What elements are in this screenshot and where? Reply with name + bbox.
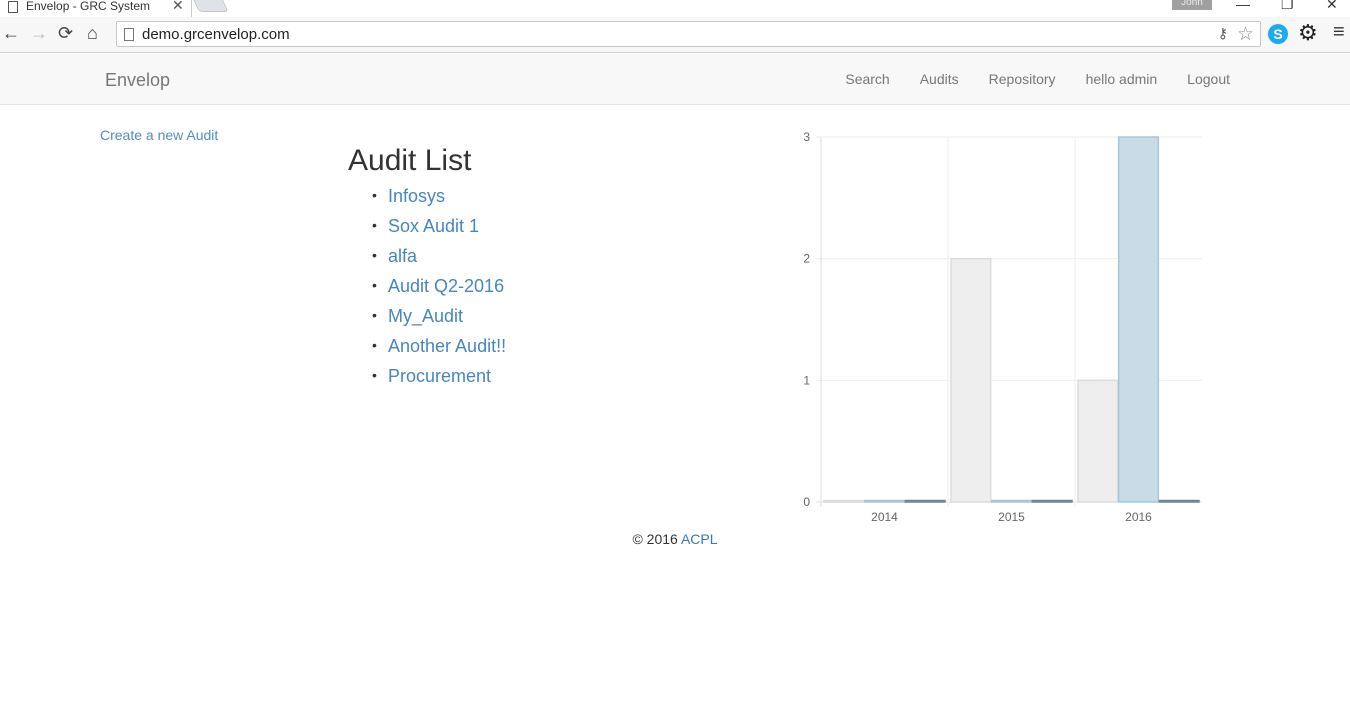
bar-2016-series-2 <box>1117 136 1160 503</box>
y-tick-label: 0 <box>803 495 810 509</box>
copyright-text: © 2016 <box>632 531 678 547</box>
page-icon <box>8 0 18 13</box>
new-tab-button[interactable] <box>193 0 229 12</box>
footer: © 2016 ACPL <box>0 531 1350 547</box>
skype-icon[interactable]: S <box>1268 24 1288 44</box>
url-text[interactable]: demo.grcenvelop.com <box>142 26 290 43</box>
nav-audits[interactable]: Audits <box>920 71 959 87</box>
list-item: alfa <box>372 246 506 276</box>
list-item: Infosys <box>372 186 506 216</box>
audit-link[interactable]: Audit Q2-2016 <box>388 276 504 296</box>
nav-logout[interactable]: Logout <box>1187 71 1230 87</box>
list-item: Another Audit!! <box>372 336 506 366</box>
app-navbar: Envelop Search Audits Repository hello a… <box>0 54 1350 105</box>
list-item: Audit Q2-2016 <box>372 276 506 306</box>
bar-2016-series-1 <box>1077 379 1119 503</box>
audit-link[interactable]: Infosys <box>388 186 445 206</box>
bookmark-star-icon[interactable]: ☆ <box>1237 23 1254 46</box>
back-icon[interactable]: ← <box>2 23 20 44</box>
profile-badge[interactable]: John <box>1172 0 1212 10</box>
nav-links: Search Audits Repository hello admin Log… <box>815 71 1230 87</box>
browser-toolbar: ← → ⟳ ⌂ demo.grcenvelop.com ⚷ ☆ S ⚙ ≡ <box>0 17 1350 53</box>
audit-link[interactable]: alfa <box>388 246 417 266</box>
reload-icon[interactable]: ⟳ <box>58 23 73 44</box>
nav-user-greeting[interactable]: hello admin <box>1086 71 1158 87</box>
minimize-icon[interactable]: — <box>1236 0 1250 12</box>
bar-2014-series-1 <box>823 499 865 503</box>
bar-2014-series-3 <box>904 499 946 503</box>
y-tick-label: 2 <box>803 252 810 266</box>
bar-2015-series-3 <box>1031 499 1073 503</box>
close-tab-icon[interactable]: ✕ <box>172 0 184 14</box>
audit-link[interactable]: Sox Audit 1 <box>388 216 479 236</box>
nav-repository[interactable]: Repository <box>989 71 1056 87</box>
bar-2014-series-2 <box>863 499 906 503</box>
restore-icon[interactable]: ❐ <box>1281 0 1294 13</box>
list-item: Procurement <box>372 366 506 396</box>
key-icon[interactable]: ⚷ <box>1218 25 1228 42</box>
bar-2016-series-3 <box>1158 499 1200 503</box>
list-item: My_Audit <box>372 306 506 336</box>
forward-icon[interactable]: → <box>30 23 48 44</box>
address-bar[interactable]: demo.grcenvelop.com ⚷ ☆ <box>116 21 1261 47</box>
brand-logo[interactable]: Envelop <box>105 70 170 91</box>
y-tick-label: 3 <box>803 130 810 144</box>
page-title: Audit List <box>348 144 472 177</box>
x-tick-label: 2014 <box>871 510 898 524</box>
company-link[interactable]: ACPL <box>681 531 718 547</box>
audit-link[interactable]: Procurement <box>388 366 491 386</box>
x-tick-label: 2015 <box>998 510 1025 524</box>
home-icon[interactable]: ⌂ <box>87 23 98 44</box>
menu-icon[interactable]: ≡ <box>1333 21 1345 44</box>
audit-link[interactable]: Another Audit!! <box>388 336 506 356</box>
audit-link[interactable]: My_Audit <box>388 306 463 326</box>
gear-icon[interactable]: ⚙ <box>1298 20 1318 46</box>
close-window-icon[interactable]: ✕ <box>1326 0 1338 13</box>
bar-2015-series-1 <box>950 257 992 503</box>
page-icon <box>124 28 134 41</box>
tab-title: Envelop - GRC System <box>26 0 151 13</box>
audit-list: Infosys Sox Audit 1 alfa Audit Q2-2016 M… <box>372 186 506 396</box>
nav-search[interactable]: Search <box>845 71 889 87</box>
browser-tab[interactable]: Envelop - GRC System ✕ <box>0 0 192 17</box>
browser-tab-strip: Envelop - GRC System ✕ John — ❐ ✕ <box>0 0 1350 17</box>
list-item: Sox Audit 1 <box>372 216 506 246</box>
audits-bar-chart: 0 1 2 3 2014 2015 2016 <box>803 130 1202 524</box>
x-tick-label: 2016 <box>1125 510 1152 524</box>
create-audit-link[interactable]: Create a new Audit <box>100 127 218 143</box>
bar-2015-series-2 <box>990 499 1033 503</box>
y-tick-label: 1 <box>803 373 810 387</box>
